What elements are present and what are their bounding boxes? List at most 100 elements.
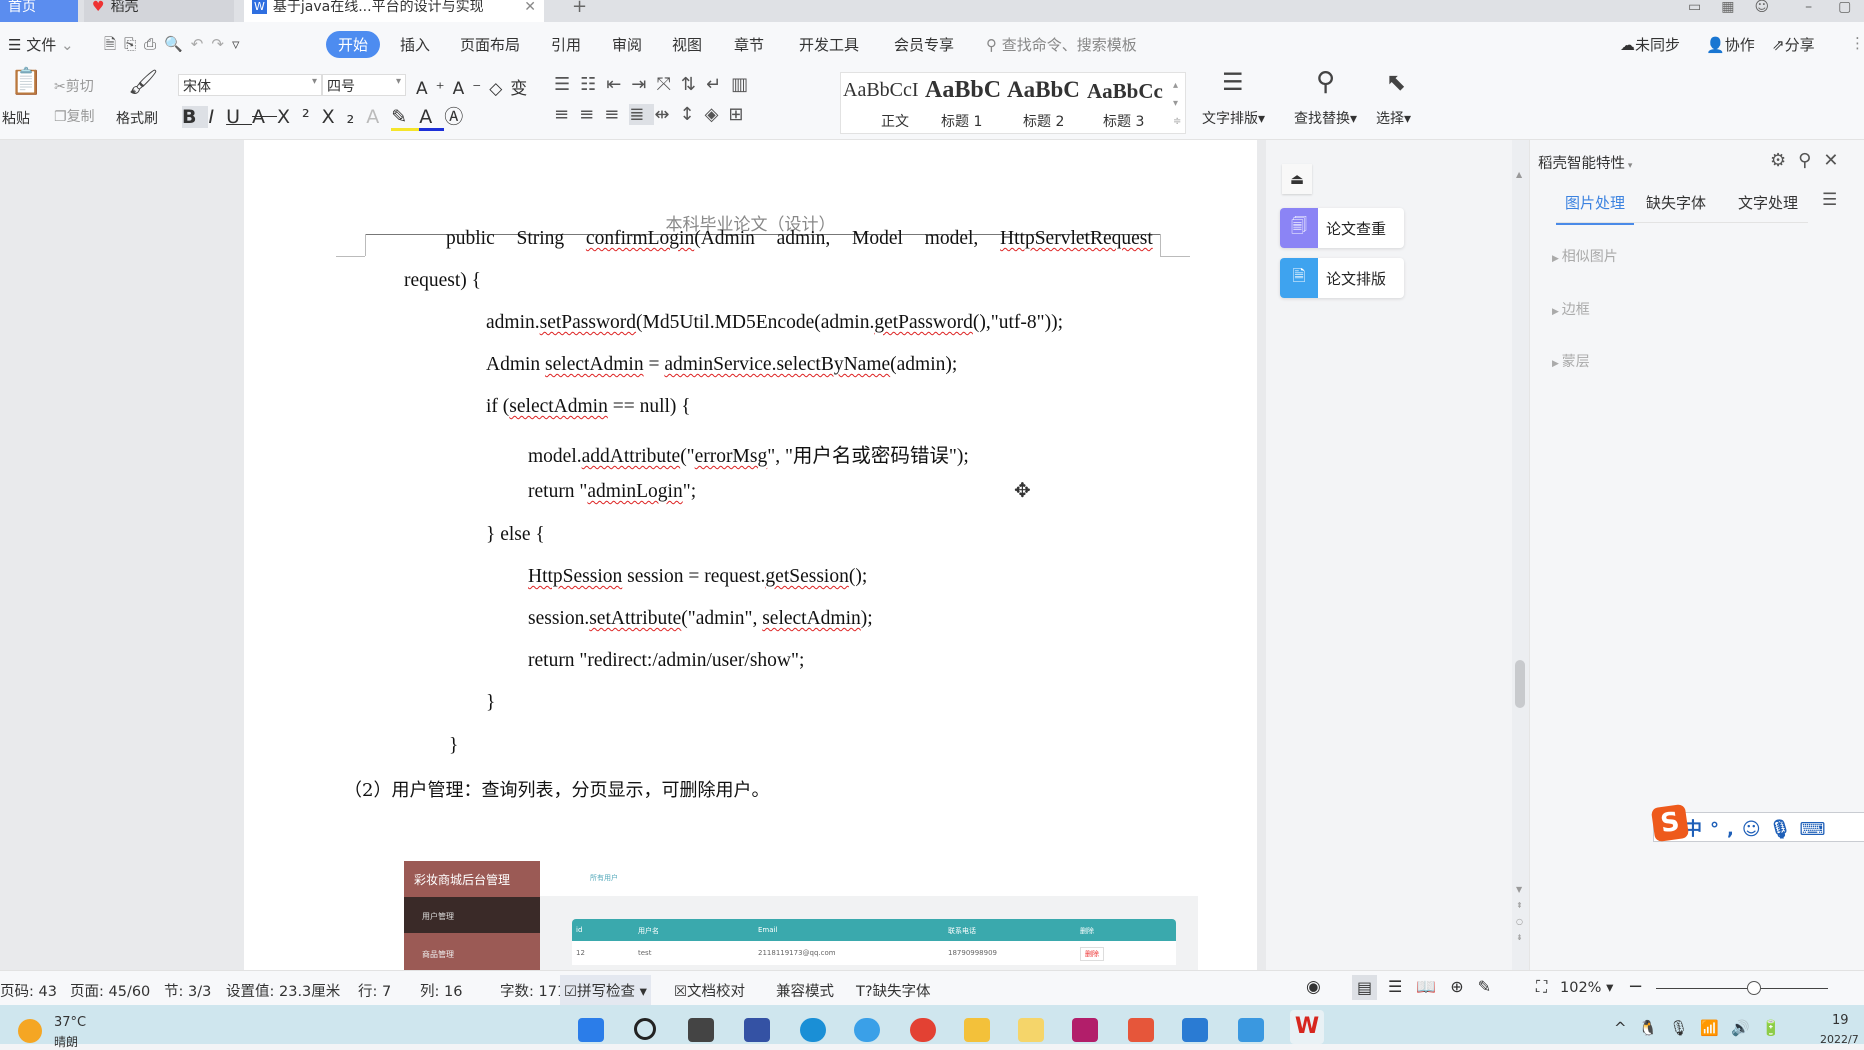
close-icon[interactable]: ✕	[1823, 150, 1850, 171]
brush-icon[interactable]: 🖌	[128, 70, 158, 94]
layout-icon[interactable]: ▭	[1688, 0, 1701, 14]
find-replace-button[interactable]: 查找替换▾	[1294, 108, 1357, 128]
redo-icon[interactable]: ↷	[211, 35, 232, 53]
font-name-select[interactable]: 宋体 ▾	[178, 74, 322, 96]
chrome-icon[interactable]	[910, 1018, 936, 1042]
style-h1-preview[interactable]: AaBbC	[925, 77, 1001, 104]
web-view-icon[interactable]: ⊕	[1450, 977, 1477, 996]
vertical-scrollbar[interactable]: ▲ ▼ ⇞ ○ ⇟	[1512, 140, 1529, 970]
spell-check-button[interactable]: ☑拼写检查 ▾	[560, 975, 651, 1006]
zoom-out-icon[interactable]: −	[1628, 976, 1643, 997]
subscript-icon[interactable]: X₂	[322, 106, 367, 128]
align-center-icon[interactable]: ≡	[579, 104, 604, 125]
section-mask[interactable]: ▶ 蒙层	[1552, 351, 1590, 371]
start-icon[interactable]	[578, 1018, 604, 1042]
shading-icon[interactable]: ◈	[705, 104, 729, 125]
align-left-icon[interactable]: ≡	[554, 104, 579, 125]
new-tab-button[interactable]: +	[564, 0, 587, 22]
grid-icon[interactable]: ▦	[1721, 0, 1734, 14]
undo-icon[interactable]: ↶	[191, 35, 212, 53]
maximize-icon[interactable]: ▢	[1838, 0, 1851, 14]
panel-title[interactable]: 稻壳智能特性 ▾	[1538, 152, 1632, 173]
magnifier-icon[interactable]: ⚲	[1316, 69, 1335, 95]
align-right-icon[interactable]: ≡	[604, 104, 629, 125]
menu-item-view[interactable]: 视图	[672, 34, 702, 55]
paste-button[interactable]: 粘贴	[2, 108, 30, 128]
emoji-icon[interactable]: ☺	[1742, 819, 1769, 840]
scroll-nav-icons[interactable]: ▼ ⇞ ○ ⇟	[1516, 882, 1523, 946]
paper-format-button[interactable]: 🗎 论文排版	[1280, 258, 1404, 298]
preview-icon[interactable]: 🔍	[164, 35, 191, 53]
font-color-icon[interactable]: A	[419, 106, 445, 131]
embedded-screenshot[interactable]: 彩妆商城后台管理 用户管理 商品管理 所有用户 id 用户名 Email 联系电…	[404, 861, 1198, 970]
style-scroll[interactable]: ▴ ▾ ≑	[1173, 77, 1181, 131]
weather-text[interactable]: 晴朗	[54, 1033, 78, 1050]
search-taskbar-icon[interactable]	[634, 1018, 656, 1040]
style-h3-preview[interactable]: AaBbCc	[1087, 79, 1167, 104]
bullet-list-icon[interactable]: ☰	[554, 74, 580, 95]
collab-button[interactable]: 👤协作	[1706, 34, 1755, 55]
italic-icon[interactable]: I	[208, 106, 226, 128]
style-h1[interactable]: 标题 1	[941, 111, 982, 131]
document-page[interactable]: 本科毕业论文（设计） public String confirmLogin(Ad…	[244, 140, 1257, 970]
panel-tab-image[interactable]: 图片处理	[1556, 192, 1634, 225]
menu-item-start[interactable]: 开始	[326, 31, 381, 58]
strikethrough-icon[interactable]: A	[252, 106, 277, 128]
style-h3[interactable]: 标题 3	[1103, 111, 1144, 131]
grow-font-icon[interactable]: A⁺	[416, 79, 453, 99]
clear-format-icon[interactable]: ◇	[489, 79, 510, 99]
line-spacing-icon[interactable]: ↕	[679, 104, 704, 125]
cursor-icon[interactable]: ⬉	[1386, 70, 1406, 94]
font-size-select[interactable]: 四号 ▾	[322, 74, 406, 96]
tab-document[interactable]: W 基于java在线...平台的设计与实现 ✕	[244, 0, 544, 22]
page-view-icon[interactable]: ▤	[1352, 975, 1378, 1000]
qq-icon[interactable]: 🐧	[1639, 1019, 1670, 1037]
style-normal-preview[interactable]: AaBbCcI	[843, 79, 919, 102]
notepad-icon[interactable]	[1238, 1018, 1264, 1042]
menu-item-review[interactable]: 审阅	[612, 34, 642, 55]
file-explorer-icon[interactable]	[964, 1018, 990, 1042]
compat-mode[interactable]: 兼容模式	[776, 980, 834, 1001]
pen-icon[interactable]: ✎	[1478, 977, 1505, 996]
chevron-up-icon[interactable]: ^	[1614, 1019, 1639, 1037]
paste-icon[interactable]: 📋	[10, 69, 42, 95]
ie-icon[interactable]	[854, 1018, 880, 1042]
sogou-logo-icon[interactable]: S	[1650, 803, 1690, 843]
menu-item-references[interactable]: 引用	[551, 34, 581, 55]
weather-sun-icon[interactable]	[18, 1019, 42, 1043]
clock-time[interactable]: 19	[1832, 1013, 1849, 1028]
proofread-button[interactable]: ☒文档校对	[674, 980, 745, 1001]
wifi-icon[interactable]: 📶	[1700, 1019, 1731, 1037]
shrink-font-icon[interactable]: A⁻	[453, 79, 490, 99]
menu-item-page-layout[interactable]: 页面布局	[460, 34, 520, 55]
minimize-icon[interactable]: –	[1805, 0, 1812, 14]
ruler-icon[interactable]: ▥	[731, 74, 758, 95]
line-break-icon[interactable]: ↵	[706, 74, 731, 95]
edge-icon[interactable]	[800, 1018, 826, 1042]
more-icon[interactable]: ▿	[232, 35, 248, 53]
weather-temp[interactable]: 37°C	[54, 1015, 86, 1030]
read-view-icon[interactable]: 📖	[1416, 977, 1450, 996]
status-page[interactable]: 页面: 45/60	[70, 980, 150, 1001]
increase-indent-icon[interactable]: ⇥	[631, 74, 656, 95]
numbered-list-icon[interactable]: ☷	[580, 74, 606, 95]
panel-tab-text[interactable]: 文字处理	[1738, 192, 1798, 213]
highlight-icon[interactable]: ✎	[391, 106, 420, 131]
gear-icon[interactable]: ⚙	[1770, 150, 1798, 171]
mic-icon[interactable]: 🎙	[1669, 1019, 1700, 1037]
file-menu[interactable]: ☰ 文件 ⌄	[8, 34, 74, 55]
command-search[interactable]: ⚲ 查找命令、搜索模板	[986, 34, 1137, 55]
print-icon[interactable]: ⎙	[144, 35, 164, 53]
justify-icon[interactable]: ≣	[629, 104, 655, 125]
borders-icon[interactable]: ⊞	[728, 104, 753, 125]
wps-icon[interactable]: W	[1290, 1010, 1324, 1044]
menu-item-insert[interactable]: 插入	[400, 34, 430, 55]
avatar[interactable]: ☺	[1754, 0, 1769, 14]
status-page-code[interactable]: 页码: 43	[0, 980, 57, 1001]
more-options-icon[interactable]: ⋮	[1850, 34, 1864, 52]
microphone-icon[interactable]: 🎙	[1769, 819, 1800, 840]
tab-docer[interactable]: ♥ 稻壳	[84, 0, 234, 22]
menu-icon[interactable]: ☰	[1822, 190, 1837, 210]
status-section[interactable]: 节: 3/3	[164, 980, 211, 1001]
tab-home[interactable]: 首页	[0, 0, 78, 22]
